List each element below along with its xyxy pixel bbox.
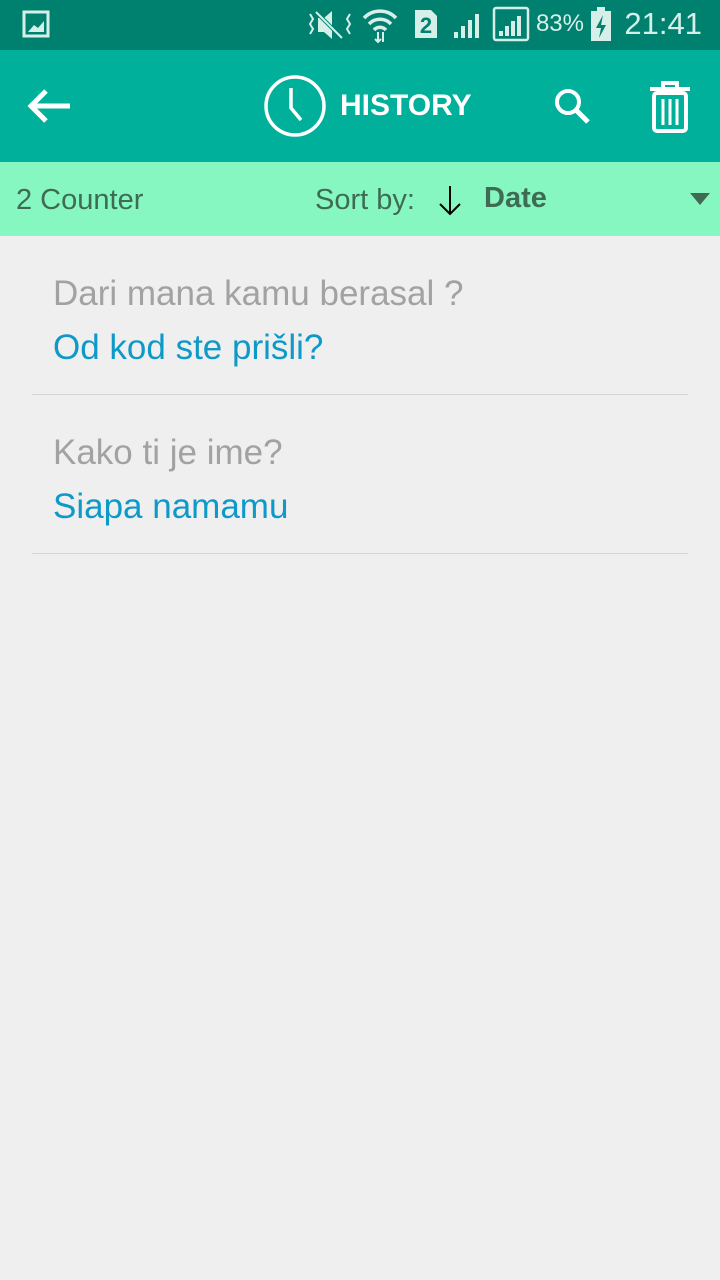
dropdown-arrow-icon[interactable]: [690, 193, 710, 205]
translation-text: Od kod ste prišli?: [53, 328, 324, 367]
sim2-icon: 2: [415, 10, 437, 38]
signal-icon: [454, 14, 479, 38]
status-bar: 2 83% 21:41: [0, 0, 720, 50]
svg-text:2: 2: [420, 13, 432, 38]
history-counter: 2 Counter: [16, 184, 144, 216]
sort-value[interactable]: Date: [484, 182, 547, 215]
history-item[interactable]: Kako ti je ime? Siapa namamu: [32, 395, 688, 554]
sort-direction-arrow-icon[interactable]: [438, 184, 462, 218]
sort-bar: 2 Counter Sort by: Date: [0, 162, 720, 236]
sort-label: Sort by:: [315, 184, 415, 216]
page-title: HISTORY: [340, 89, 472, 122]
battery-charging-icon: [591, 7, 611, 41]
translation-text: Siapa namamu: [53, 487, 289, 526]
trash-icon[interactable]: [648, 81, 692, 133]
source-text: Kako ti je ime?: [53, 433, 283, 472]
battery-percent: 83%: [535, 10, 584, 37]
search-icon[interactable]: [552, 86, 592, 126]
source-text: Dari mana kamu berasal ?: [53, 274, 464, 313]
history-item[interactable]: Dari mana kamu berasal ? Od kod ste priš…: [32, 236, 688, 395]
back-arrow-icon[interactable]: [26, 88, 74, 124]
app-bar: HISTORY: [0, 50, 720, 162]
clock-icon: [264, 75, 326, 137]
wifi-icon: [362, 9, 398, 44]
clock: 21:41: [624, 6, 702, 41]
mute-vibrate-icon: [308, 10, 352, 40]
gallery-icon: [22, 10, 50, 38]
signal-icon: [492, 6, 530, 42]
